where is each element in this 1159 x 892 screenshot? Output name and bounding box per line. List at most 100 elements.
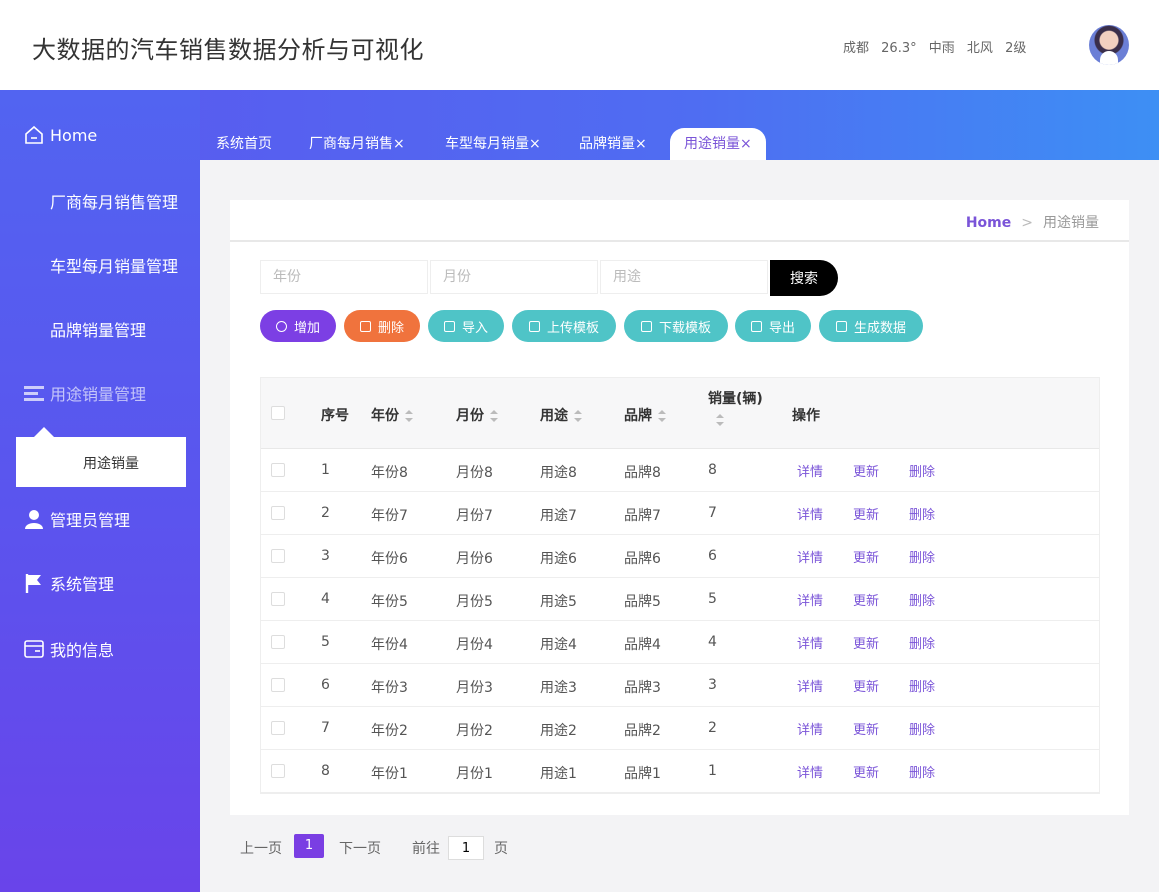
update-link[interactable]: 更新 xyxy=(853,547,879,566)
delete-link[interactable]: 删除 xyxy=(909,461,935,480)
update-link[interactable]: 更新 xyxy=(853,719,879,738)
update-link[interactable]: 更新 xyxy=(853,461,879,480)
month-search-input[interactable] xyxy=(430,260,598,294)
avatar[interactable] xyxy=(1089,25,1129,65)
col-brand[interactable]: 品牌 xyxy=(624,405,666,425)
sort-icon[interactable] xyxy=(490,410,498,422)
update-link[interactable]: 更新 xyxy=(853,504,879,523)
sidebar-item-usage-sales[interactable]: 用途销量管理 xyxy=(24,381,146,405)
delete-link[interactable]: 删除 xyxy=(909,590,935,609)
row-checkbox[interactable] xyxy=(271,678,285,692)
upload-template-button[interactable]: 上传模板 xyxy=(512,310,616,342)
col-year-label: 年份 xyxy=(371,408,399,424)
detail-link[interactable]: 详情 xyxy=(797,719,823,738)
database-icon xyxy=(835,320,847,332)
sidebar-item-vendor-sales[interactable]: 厂商每月销售管理 xyxy=(24,189,178,213)
delete-link[interactable]: 删除 xyxy=(909,547,935,566)
breadcrumb-home[interactable]: Home xyxy=(966,215,1011,231)
tab-brand-sales[interactable]: 品牌销量× xyxy=(565,128,661,160)
delete-link[interactable]: 删除 xyxy=(909,762,935,781)
sort-icon[interactable] xyxy=(716,414,724,426)
grid-icon xyxy=(24,191,44,211)
cell-month: 月份3 xyxy=(456,680,493,696)
cell-index: 2 xyxy=(321,505,330,521)
top-header: 大数据的汽车销售数据分析与可视化 成都 26.3° 中雨 北风 2级 xyxy=(0,0,1159,90)
prev-page-button[interactable]: 上一页 xyxy=(240,838,282,858)
sort-icon[interactable] xyxy=(405,410,413,422)
sidebar-item-system[interactable]: 系统管理 xyxy=(24,571,114,595)
sidebar-item-admin[interactable]: 管理员管理 xyxy=(24,507,130,531)
detail-link[interactable]: 详情 xyxy=(797,590,823,609)
weather-wind-dir: 北风 xyxy=(966,41,993,56)
row-checkbox[interactable] xyxy=(271,549,285,563)
import-button-label: 导入 xyxy=(461,320,488,336)
breadcrumb: Home > 用途销量 xyxy=(966,212,1099,232)
list-icon xyxy=(24,383,44,403)
cell-index: 3 xyxy=(321,548,330,564)
sidebar-item-profile[interactable]: 我的信息 xyxy=(24,637,114,661)
detail-link[interactable]: 详情 xyxy=(797,461,823,480)
col-sales[interactable]: 销量(辆) xyxy=(708,388,763,426)
delete-link[interactable]: 删除 xyxy=(909,633,935,652)
row-checkbox[interactable] xyxy=(271,635,285,649)
weather-info: 成都 26.3° 中雨 北风 2级 xyxy=(843,37,1034,56)
usage-search-input[interactable] xyxy=(600,260,768,294)
cell-year: 年份2 xyxy=(371,723,408,739)
generate-data-button[interactable]: 生成数据 xyxy=(819,310,923,342)
col-brand-label: 品牌 xyxy=(624,408,652,424)
update-link[interactable]: 更新 xyxy=(853,676,879,695)
sort-icon[interactable] xyxy=(658,410,666,422)
download-template-button[interactable]: 下载模板 xyxy=(624,310,728,342)
import-button[interactable]: 导入 xyxy=(428,310,504,342)
cell-index: 4 xyxy=(321,591,330,607)
sort-icon[interactable] xyxy=(574,410,582,422)
tab-home[interactable]: 系统首页 xyxy=(202,128,286,160)
next-page-button[interactable]: 下一页 xyxy=(339,838,381,858)
cell-index: 8 xyxy=(321,763,330,779)
tab-usage-sales[interactable]: 用途销量× xyxy=(670,128,766,160)
search-button[interactable]: 搜索 xyxy=(770,260,838,296)
col-usage-label: 用途 xyxy=(540,408,568,424)
tab-model-sales[interactable]: 车型每月销量× xyxy=(431,128,555,160)
year-search-input[interactable] xyxy=(260,260,428,294)
sidebar-item-model-sales[interactable]: 车型每月销量管理 xyxy=(24,253,178,277)
detail-link[interactable]: 详情 xyxy=(797,504,823,523)
update-link[interactable]: 更新 xyxy=(853,590,879,609)
tab-vendor-sales[interactable]: 厂商每月销售× xyxy=(295,128,419,160)
row-checkbox[interactable] xyxy=(271,506,285,520)
sidebar-item-home[interactable]: Home xyxy=(24,123,97,147)
row-checkbox[interactable] xyxy=(271,463,285,477)
cell-index: 6 xyxy=(321,677,330,693)
update-link[interactable]: 更新 xyxy=(853,762,879,781)
delete-button[interactable]: 删除 xyxy=(344,310,420,342)
sidebar-item-brand-sales[interactable]: 品牌销量管理 xyxy=(24,317,146,341)
delete-link[interactable]: 删除 xyxy=(909,719,935,738)
select-all-checkbox[interactable] xyxy=(271,406,285,420)
detail-link[interactable]: 详情 xyxy=(797,633,823,652)
sidebar-item-label: 厂商每月销售管理 xyxy=(50,193,179,212)
add-button[interactable]: 增加 xyxy=(260,310,336,342)
cell-sales: 2 xyxy=(708,720,717,736)
content-panel: Home>用途销量 搜索 增加 删除 导入 上传模板 下载模板 导出 生成数据 … xyxy=(230,200,1129,815)
submenu-usage-sales[interactable]: 用途销量 xyxy=(16,427,186,487)
row-checkbox[interactable] xyxy=(271,721,285,735)
row-checkbox[interactable] xyxy=(271,764,285,778)
update-link[interactable]: 更新 xyxy=(853,633,879,652)
import-icon xyxy=(443,320,455,332)
goto-label: 前往 xyxy=(412,841,440,857)
export-button[interactable]: 导出 xyxy=(735,310,811,342)
detail-link[interactable]: 详情 xyxy=(797,762,823,781)
row-checkbox[interactable] xyxy=(271,592,285,606)
detail-link[interactable]: 详情 xyxy=(797,547,823,566)
current-page-button[interactable]: 1 xyxy=(294,834,324,858)
cell-year: 年份7 xyxy=(371,508,408,524)
col-usage[interactable]: 用途 xyxy=(540,405,582,425)
cell-year: 年份1 xyxy=(371,766,408,782)
col-month[interactable]: 月份 xyxy=(456,405,498,425)
sidebar-item-label: 车型每月销量管理 xyxy=(50,257,179,276)
goto-page-input[interactable] xyxy=(448,836,484,860)
detail-link[interactable]: 详情 xyxy=(797,676,823,695)
delete-link[interactable]: 删除 xyxy=(909,504,935,523)
col-year[interactable]: 年份 xyxy=(371,405,413,425)
delete-link[interactable]: 删除 xyxy=(909,676,935,695)
